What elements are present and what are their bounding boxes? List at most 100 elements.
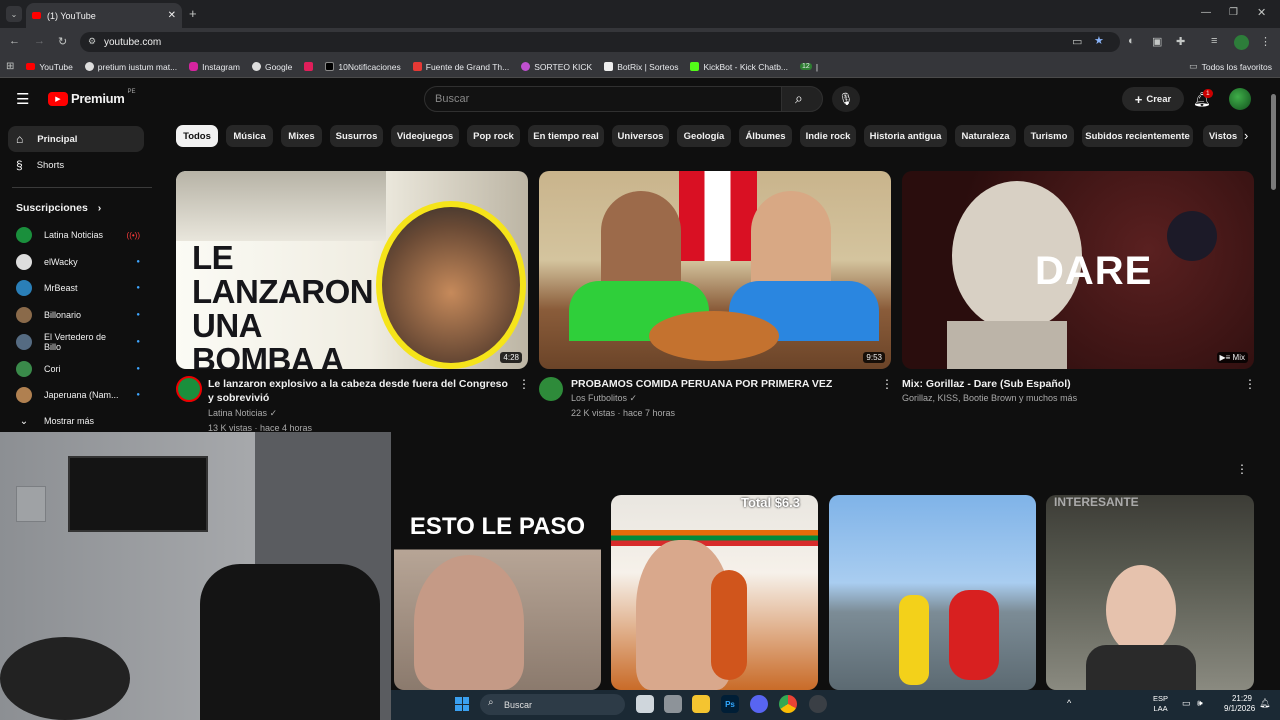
video-thumbnail-2[interactable]: 9:53 [539,171,891,369]
tray-overflow-icon[interactable]: ^ [1067,698,1071,708]
channel-avatar-latina[interactable] [176,376,202,402]
filter-chip[interactable]: Vistos [1203,125,1243,147]
chrome-icon[interactable] [779,695,797,713]
bookmark-12[interactable]: 12 | [800,62,818,72]
filter-chip[interactable]: Naturaleza [955,125,1016,147]
taskbar-search[interactable]: ⌕ Buscar [480,694,625,715]
extension2-icon[interactable]: ▣ [1152,35,1162,48]
sidebar-subscription-item[interactable]: Cori ● [8,356,146,382]
sidebar-subscription-item[interactable]: El Vertedero de Billo ● [8,329,146,355]
notification-center-icon[interactable]: 🔔︎ [1259,698,1270,709]
tab-list-icon[interactable]: ⌄ [6,6,22,22]
bookmark-instagram[interactable]: Instagram [189,62,240,72]
sidebar-subscription-item[interactable]: Japeruana (Nam... ● [8,382,146,408]
search-input[interactable]: Buscar [424,86,782,112]
extension-icon[interactable]: ◐ [1128,35,1135,47]
widgets-icon[interactable] [664,695,682,713]
bookmark-pretium[interactable]: pretium iustum mat... [84,62,177,72]
video-title-3[interactable]: Mix: Gorillaz - Dare (Sub Español) [902,377,1232,391]
bookmark-kickbot[interactable]: KickBot - Kick Chatb... [690,62,788,72]
short-thumbnail-2[interactable]: Total $6.3 [611,495,818,690]
account-avatar[interactable] [1229,88,1251,110]
channel-name-2[interactable]: Los Futbolitos ✓ [571,391,637,406]
filter-chip[interactable]: Pop rock [467,125,520,147]
site-info-icon[interactable]: ⚙ [88,36,96,47]
sidebar-item-shorts[interactable]: § Shorts [8,152,144,178]
channel-avatar-futbolitos[interactable] [539,377,563,401]
hamburger-menu-icon[interactable]: ☰ [16,90,29,108]
filter-chip[interactable]: Subidos recientemente [1082,125,1193,147]
sidebar-subscription-item[interactable]: MrBeast ● [8,275,146,301]
forward-icon[interactable]: → [34,35,45,47]
discord-icon[interactable] [750,695,768,713]
filter-chip[interactable]: Indie rock [800,125,856,147]
filter-chip[interactable]: Geología [677,125,731,147]
youtube-logo[interactable]: ▶ Premium PE [48,89,136,106]
profile-avatar[interactable] [1234,35,1249,50]
task-view-icon[interactable] [636,695,654,713]
bookmark-star-icon[interactable]: ★ [1094,34,1104,47]
apps-grid-icon[interactable]: ⊞ [6,61,14,72]
all-bookmarks-folder[interactable]: ▭ Todos los favoritos [1189,61,1272,72]
filter-chip[interactable]: Universos [612,125,669,147]
filter-chip[interactable]: En tiempo real [528,125,604,147]
filter-chip[interactable]: Álbumes [739,125,792,147]
reload-icon[interactable]: ↻ [58,35,67,48]
page-scrollbar[interactable] [1271,94,1276,190]
voice-search-button[interactable]: 🎙 [832,86,860,112]
chips-next-arrow-icon[interactable]: › [1244,128,1248,143]
back-icon[interactable]: ← [9,35,20,47]
sidebar-subscription-item[interactable]: Billonario ● [8,302,146,328]
bookmark-youtube[interactable]: YouTube [26,62,73,72]
chrome-menu-icon[interactable]: ⋮ [1260,35,1271,48]
video-thumbnail-3[interactable]: DARE ▶︎≡ Mix [902,171,1254,369]
new-tab-icon[interactable]: + [189,6,197,21]
short-thumbnail-4[interactable]: INTERESANTE [1046,495,1254,690]
maximize-icon[interactable]: ❐ [1229,7,1238,18]
close-tab-icon[interactable]: ✕ [168,10,176,21]
bookmark-botrix[interactable]: BotRix | Sorteos [604,62,678,72]
browser-tab[interactable]: (1) YouTube ✕ [26,3,182,28]
minimize-icon[interactable]: — [1201,7,1211,18]
sidebar-item-principal[interactable]: ⌂ Principal [8,126,144,152]
bookmark-google[interactable]: Google [251,62,292,72]
filter-chip[interactable]: Música [226,125,273,147]
video-thumbnail-1[interactable]: LE LANZARON UNA BOMBA A LA CABEZA 4:28 [176,171,528,369]
address-bar[interactable]: ⚙ youtube.com [80,32,1120,52]
subscriptions-header[interactable]: Suscripciones › [16,202,101,214]
channel-name-1[interactable]: Latina Noticias ✓ [208,406,277,421]
create-button[interactable]: + Crear [1122,87,1184,111]
filter-chip[interactable]: Turismo [1024,125,1074,147]
network-icon[interactable]: ▭ [1182,698,1191,709]
filter-chip[interactable]: Todos [176,125,218,147]
file-explorer-icon[interactable] [692,695,710,713]
video-title-2[interactable]: PROBAMOS COMIDA PERUANA POR PRIMERA VEZ [571,377,871,391]
bookmark-sorteo-kick[interactable]: SORTEO KICK [521,62,592,72]
video-menu-icon[interactable]: ⋮ [518,377,530,391]
extensions-puzzle-icon[interactable]: ✚ [1176,35,1185,48]
short-thumbnail-3[interactable] [829,495,1036,690]
photoshop-icon[interactable]: Ps [721,695,739,713]
video-menu-icon[interactable]: ⋮ [1244,377,1256,391]
bookmark-gta[interactable]: Fuente de Grand Th... [412,62,509,72]
reading-list-icon[interactable]: ≡ [1211,35,1217,47]
filter-chip[interactable]: Susurros [330,125,383,147]
short-thumbnail-1[interactable]: ESTO LE PASO [394,495,601,690]
bookmark-x[interactable]: 10Notificaciones [325,62,401,72]
sidebar-show-more[interactable]: ⌄ Mostrar más [8,408,146,434]
sidebar-subscription-item[interactable]: Latina Noticias ((•)) [8,222,146,248]
video-menu-icon[interactable]: ⋮ [881,377,893,391]
filter-chip[interactable]: Historia antigua [864,125,947,147]
filter-chip[interactable]: Videojuegos [391,125,459,147]
shorts-menu-icon[interactable]: ⋮ [1236,462,1248,476]
app-icon[interactable] [809,695,827,713]
taskbar-clock[interactable]: 21:29 9/1/2026 [1224,694,1255,714]
cast-icon[interactable]: ▭ [1072,35,1082,48]
volume-icon[interactable]: 🕪︎ [1197,698,1203,709]
language-indicator[interactable]: ESP LAA [1153,694,1168,714]
video-title-1[interactable]: Le lanzaron explosivo a la cabeza desde … [208,377,508,405]
bookmark-slack[interactable] [304,62,314,71]
start-button[interactable] [455,697,469,711]
search-button[interactable]: ⌕ [781,86,823,112]
close-window-icon[interactable]: ✕ [1257,6,1266,19]
